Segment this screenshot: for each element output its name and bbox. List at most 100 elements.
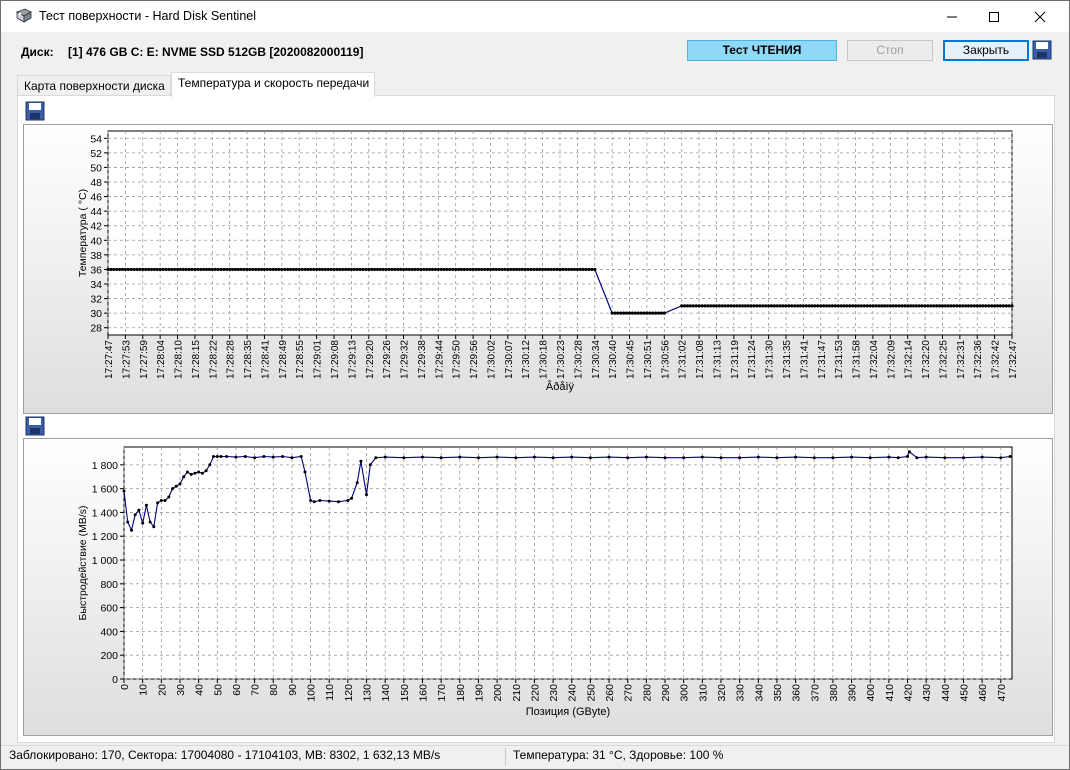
temperature-tick-label-y: 44	[90, 206, 102, 218]
temperature-point	[822, 304, 826, 308]
temperature-point	[984, 304, 988, 308]
speed-point	[775, 456, 779, 460]
temperature-point	[543, 267, 548, 272]
speed-tick-label-x: 40	[194, 684, 206, 696]
temperature-point	[126, 267, 130, 272]
tab-temperature-speed[interactable]: Температура и скорость передачи	[171, 72, 375, 97]
temperature-tick-label-y: 40	[90, 235, 102, 247]
temperature-point	[349, 267, 353, 272]
temperature-tick-label-y: 36	[90, 264, 102, 276]
speed-point	[626, 456, 630, 460]
speed-point	[212, 455, 215, 458]
speed-point	[355, 481, 359, 485]
stop-button[interactable]: Стоп	[847, 40, 933, 61]
temperature-tick-label-y: 28	[90, 323, 102, 335]
temperature-tick-label-x: 17:29:56	[469, 340, 480, 379]
speed-point	[943, 456, 947, 460]
temperature-point	[465, 267, 469, 272]
temperature-tick-label-x: 17:31:19	[730, 340, 741, 379]
speed-tick-label-x: 410	[884, 684, 896, 702]
close-button[interactable]: Закрыть	[943, 40, 1029, 61]
speed-point	[346, 499, 350, 502]
temperature-point	[937, 304, 942, 308]
temperature-point	[451, 267, 455, 272]
speed-tick-label-y: 1 400	[92, 507, 118, 519]
temperature-point	[315, 267, 319, 272]
temperature-point	[477, 267, 481, 272]
speed-point	[178, 482, 182, 486]
temperature-tick-label-x: 17:30:23	[556, 340, 567, 379]
speed-tick-label-x: 310	[697, 684, 709, 702]
temperature-point	[433, 267, 438, 272]
temperature-point	[514, 267, 519, 272]
speed-tick-label-x: 230	[548, 684, 560, 702]
speed-point	[350, 496, 354, 500]
speed-point	[225, 455, 229, 458]
temperature-point	[526, 267, 530, 272]
temperature-point	[361, 267, 365, 272]
temperature-tick-label-x: 17:30:28	[573, 340, 584, 379]
temperature-tick-label-x: 17:29:13	[347, 340, 358, 379]
disk-value: [1] 476 GB C: E: NVME SSD 512GB [2020082…	[68, 45, 364, 59]
temperature-point	[268, 267, 272, 272]
temperature-point	[230, 267, 235, 272]
status-transfer: Заблокировано: 170, Сектора: 17004080 - …	[9, 748, 441, 762]
temperature-point	[204, 267, 209, 272]
temperature-point	[894, 304, 898, 308]
temperature-tick-label-x: 17:32:31	[956, 340, 967, 379]
temperature-point	[711, 304, 716, 308]
temperature-point	[430, 267, 435, 272]
temperature-chart: 28 30 32 34 36 38 40 42 44 46 48 50 52 54 17:27:47 17:2…	[77, 130, 1019, 393]
speed-point	[588, 456, 592, 460]
temperature-point	[257, 267, 261, 272]
tab-surface-map[interactable]: Карта поверхности диска	[17, 75, 171, 97]
temperature-point	[529, 267, 533, 272]
read-test-button[interactable]: Тест ЧТЕНИЯ	[687, 40, 837, 61]
speed-point	[359, 459, 363, 463]
temperature-point	[572, 267, 577, 272]
temperature-point	[839, 304, 843, 308]
temperature-point	[961, 304, 965, 308]
temperature-point	[639, 311, 643, 315]
temperature-point	[112, 267, 116, 272]
temperature-point	[372, 267, 377, 272]
speed-tick-label-x: 170	[436, 684, 448, 702]
temperature-point	[428, 267, 432, 272]
speed-point	[167, 495, 171, 499]
maximize-button[interactable]	[971, 1, 1017, 32]
speed-tick-label-y: 1 600	[92, 484, 118, 496]
temperature-point	[155, 267, 159, 272]
speed-point	[253, 456, 257, 460]
temperature-point	[306, 267, 310, 272]
temperature-point	[149, 267, 154, 272]
save-icon[interactable]	[1032, 40, 1052, 60]
temperature-point	[871, 304, 875, 308]
temperature-tick-label-x: 17:31:41	[799, 340, 810, 379]
temperature-point	[587, 267, 591, 272]
temperature-point	[404, 267, 409, 272]
speed-point	[477, 456, 480, 460]
close-window-button[interactable]	[1017, 1, 1063, 32]
temperature-point	[929, 304, 933, 308]
temperature-point	[897, 304, 901, 308]
temperature-chart-box: 28 30 32 34 36 38 40 42 44 46 48 50 52 54 17:27:47 17:2…	[23, 124, 1053, 414]
temperature-tick-label-x: 17:30:40	[608, 340, 619, 379]
temperature-point	[393, 267, 397, 272]
speed-point	[663, 456, 667, 460]
temperature-point	[274, 267, 278, 272]
speed-point	[868, 456, 872, 460]
temperature-point	[271, 267, 275, 272]
speed-point	[144, 503, 148, 507]
temperature-point	[946, 304, 950, 308]
temperature-tick-label-x: 17:29:20	[365, 340, 376, 379]
temperature-point	[564, 267, 568, 272]
temperature-point	[129, 267, 133, 272]
save-speed-chart-icon[interactable]	[25, 416, 45, 436]
speed-point	[682, 456, 686, 460]
temperature-tick-label-x: 17:32:42	[991, 340, 1002, 379]
minimize-button[interactable]	[929, 1, 975, 32]
temperature-point	[575, 267, 579, 272]
speed-point	[189, 472, 193, 476]
save-temperature-chart-icon[interactable]	[25, 101, 45, 121]
temperature-point	[196, 267, 200, 272]
